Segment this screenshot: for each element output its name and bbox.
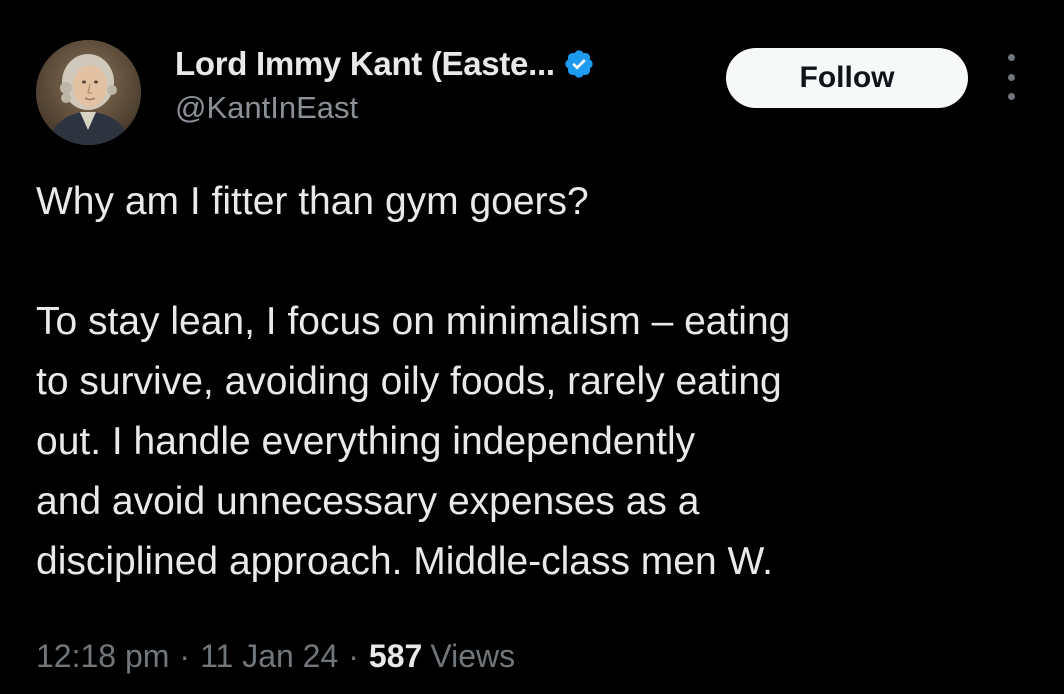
author-avatar[interactable] xyxy=(36,40,141,145)
verified-badge-icon[interactable] xyxy=(563,48,595,80)
display-name-row: Lord Immy Kant (Easte... xyxy=(175,42,595,86)
more-vertical-icon[interactable] xyxy=(996,54,1026,100)
tweet-line: To stay lean, I focus on minimalism – ea… xyxy=(36,300,791,343)
views-label: Views xyxy=(430,638,516,674)
tweet-line: disciplined approach. Middle-class men W… xyxy=(36,540,774,583)
tweet-line: to survive, avoiding oily foods, rarely … xyxy=(36,360,782,403)
meta-separator: · xyxy=(179,638,191,674)
tweet-line: and avoid unnecessary expenses as a xyxy=(36,480,700,523)
follow-button[interactable]: Follow xyxy=(726,48,968,108)
more-dot xyxy=(1007,93,1015,100)
tweet-time[interactable]: 12:18 pm xyxy=(36,638,169,675)
tweet-date[interactable]: 11 Jan 24 xyxy=(200,638,338,675)
tweet-line: out. I handle everything independently xyxy=(36,420,696,463)
views-count[interactable]: 587 xyxy=(369,638,422,675)
author-handle[interactable]: @KantInEast xyxy=(175,90,595,126)
tweet-paragraph-2: To stay lean, I focus on minimalism – ea… xyxy=(36,292,1046,592)
tweet-card: Lord Immy Kant (Easte... @KantInEast Fol… xyxy=(0,0,1064,694)
more-dot xyxy=(1007,73,1015,81)
portrait-avatar-icon xyxy=(36,40,141,145)
meta-separator: · xyxy=(348,638,359,674)
tweet-paragraph-1: Why am I fitter than gym goers? xyxy=(36,180,589,223)
more-dot xyxy=(1007,54,1015,61)
author-info: Lord Immy Kant (Easte... @KantInEast xyxy=(175,42,595,126)
tweet-text: Why am I fitter than gym goers? To stay … xyxy=(36,172,1046,592)
tweet-meta: 12:18 pm · 11 Jan 24 · 587 Views xyxy=(36,638,515,675)
author-display-name[interactable]: Lord Immy Kant (Easte... xyxy=(175,45,555,83)
